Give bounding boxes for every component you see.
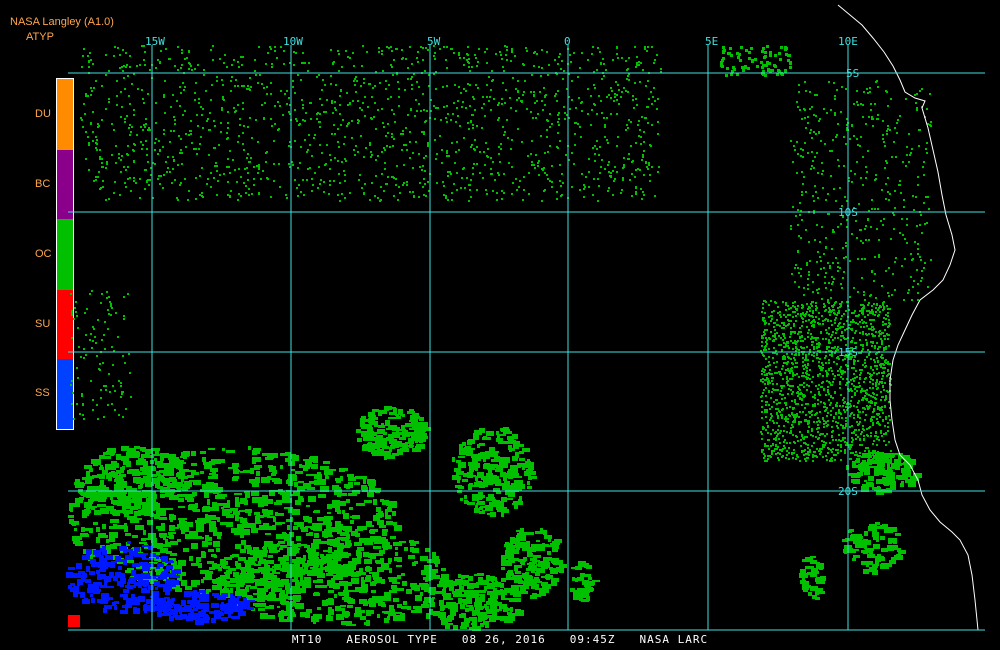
lon-label-10e: 10E xyxy=(838,35,858,48)
lat-label-5s: 5S xyxy=(846,67,859,80)
footer-product: AEROSOL TYPE xyxy=(346,633,438,646)
lon-label-5w: 5W xyxy=(427,35,441,48)
lon-label-10w: 10W xyxy=(283,35,303,48)
lon-label-5e: 5E xyxy=(705,35,718,48)
footer-date: 08 26, 2016 xyxy=(461,633,546,646)
footer-bar: MT10 AEROSOL TYPE 08 26, 2016 09:45Z NASA LA… xyxy=(0,633,1000,646)
lat-label-10s: 10S xyxy=(838,206,858,219)
lon-label-0: 0 xyxy=(564,35,571,48)
lat-label-20s: 20S xyxy=(838,485,858,498)
aerosol-pixels xyxy=(66,45,932,631)
lon-label-15w: 15W xyxy=(145,35,165,48)
footer-source: NASA LARC xyxy=(639,633,709,646)
aerosol-map: 15W 10W 5W 0 5E 10E 5S 10S 15S 20S xyxy=(66,4,985,631)
footer-time: 09:45Z xyxy=(569,633,616,646)
footer-satellite: MT10 xyxy=(291,633,323,646)
lat-label-15s: 15S xyxy=(838,346,858,359)
